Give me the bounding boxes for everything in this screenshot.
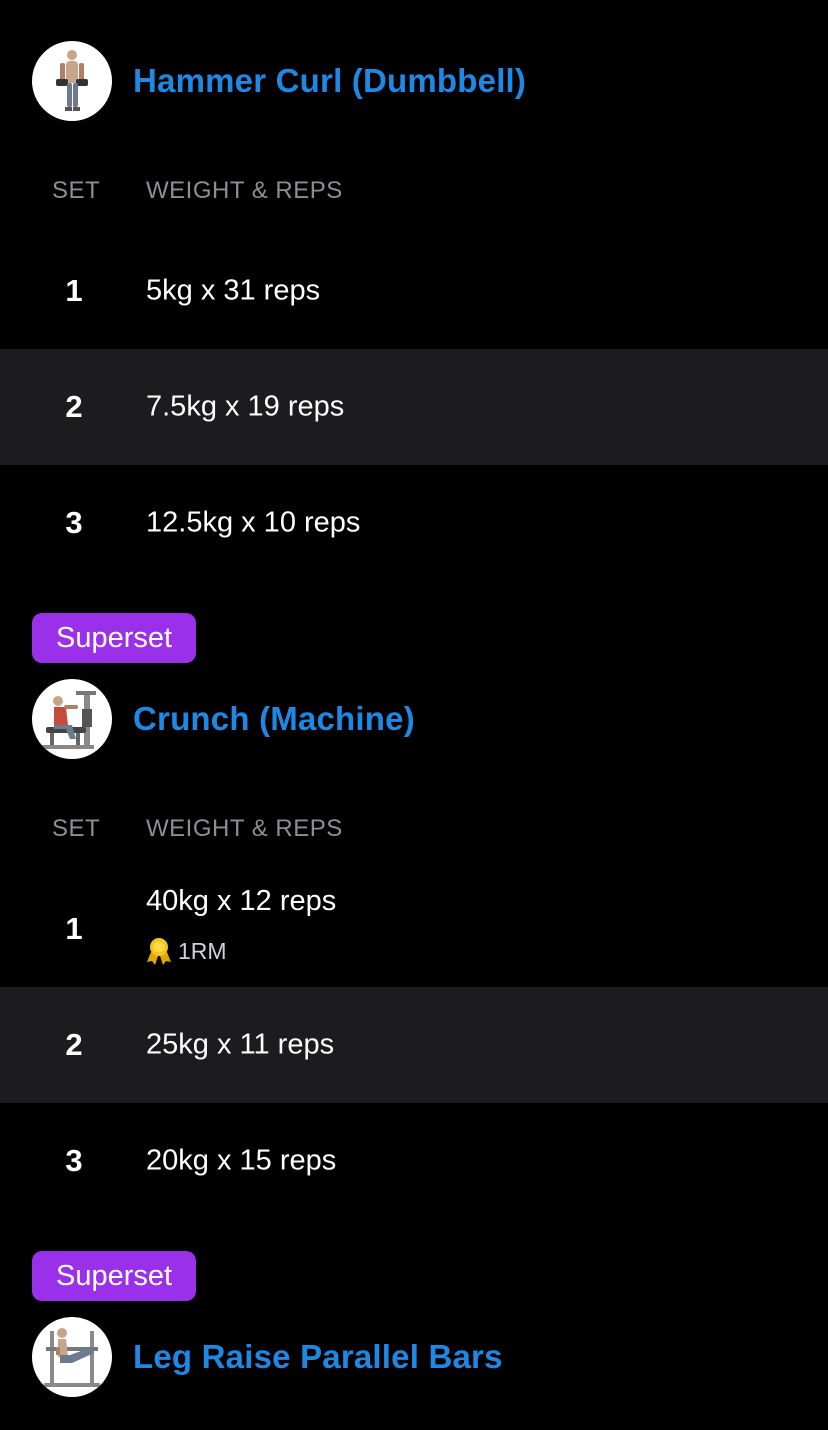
set-weight-reps: 5kg x 31 reps (146, 274, 321, 307)
set-row: 3 20kg x 15 reps (0, 1103, 828, 1219)
set-number: 3 (65, 505, 83, 540)
exercise-title[interactable]: Hammer Curl (Dumbbell) (133, 62, 526, 100)
record-badge: 1RM (146, 937, 227, 965)
dumbbell-curl-figure-icon (32, 41, 112, 121)
set-number: 3 (65, 1143, 83, 1178)
exercise-title[interactable]: Crunch (Machine) (133, 700, 415, 738)
exercise-header-crunch-machine[interactable]: Crunch (Machine) (32, 679, 415, 759)
column-weight-reps-label: WEIGHT & REPS (146, 815, 343, 842)
set-row: 1 40kg x 12 reps 1RM (0, 871, 828, 987)
column-set-label: SET (52, 177, 101, 204)
exercise-title[interactable]: Leg Raise Parallel Bars (133, 1338, 503, 1376)
set-weight-reps: 20kg x 15 reps (146, 1144, 337, 1177)
column-weight-reps-label: WEIGHT & REPS (146, 177, 343, 204)
set-number: 2 (65, 1027, 83, 1062)
set-weight-reps: 7.5kg x 19 reps (146, 390, 345, 423)
set-weight-reps: 25kg x 11 reps (146, 1028, 335, 1061)
superset-badge[interactable]: Superset (32, 1251, 197, 1301)
medal-icon (146, 937, 172, 965)
crunch-machine-figure-icon (32, 679, 112, 759)
column-set-label: SET (52, 815, 101, 842)
superset-badge[interactable]: Superset (32, 613, 197, 663)
exercise-header-leg-raise[interactable]: Leg Raise Parallel Bars (32, 1317, 503, 1397)
set-row: 2 7.5kg x 19 reps (0, 349, 828, 465)
record-badge-label: 1RM (178, 937, 227, 964)
set-row: 2 25kg x 11 reps (0, 987, 828, 1103)
column-header: SET WEIGHT & REPS (0, 170, 828, 210)
column-header: SET WEIGHT & REPS (0, 808, 828, 848)
exercise-header-hammer-curl[interactable]: Hammer Curl (Dumbbell) (32, 41, 526, 121)
set-number: 1 (65, 911, 83, 946)
set-number: 1 (65, 273, 83, 308)
set-row: 3 12.5kg x 10 reps (0, 465, 828, 581)
leg-raise-figure-icon (32, 1317, 112, 1397)
set-row: 1 5kg x 31 reps (0, 233, 828, 349)
set-weight-reps: 40kg x 12 reps (146, 885, 337, 917)
set-weight-reps: 12.5kg x 10 reps (146, 506, 361, 539)
set-number: 2 (65, 389, 83, 424)
